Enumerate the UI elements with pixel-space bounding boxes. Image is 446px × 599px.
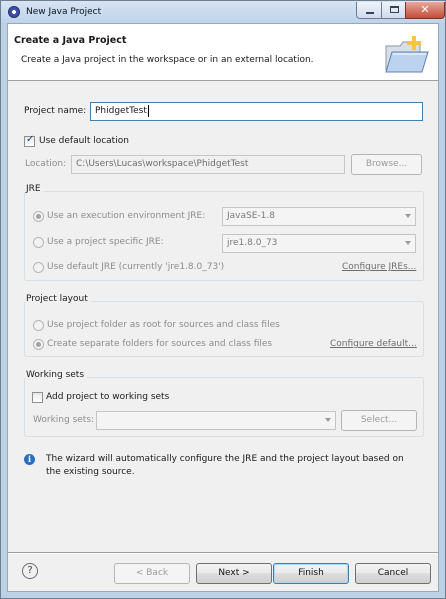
wizard-header: Create a Java Project Create a Java proj…: [8, 24, 438, 81]
execution-env-select[interactable]: JavaSE-1.8: [222, 207, 416, 226]
wizard-window: New Java Project ✕ Create a Java Project…: [0, 0, 446, 599]
cancel-button[interactable]: Cancel: [355, 563, 431, 584]
window-title: New Java Project: [26, 7, 102, 17]
working-sets-label: Working sets:: [33, 415, 95, 425]
maximize-button[interactable]: [381, 2, 406, 19]
info-text: The wizard will automatically configure …: [46, 454, 404, 477]
chevron-down-icon: [325, 418, 331, 422]
use-default-location-checkbox[interactable]: ✓: [24, 134, 35, 147]
title-bar[interactable]: New Java Project ✕: [1, 1, 445, 23]
working-sets-select[interactable]: [96, 411, 336, 430]
close-button[interactable]: ✕: [405, 2, 445, 19]
separate-folders-label: Create separate folders for sources and …: [47, 339, 273, 349]
location-input[interactable]: C:\Users\Lucas\workspace\PhidgetTest: [71, 155, 345, 174]
project-specific-jre-radio[interactable]: [33, 237, 44, 248]
project-layout-title: Project layout: [26, 294, 91, 304]
minimize-icon: [366, 12, 374, 14]
execution-env-label: Use an execution environment JRE:: [47, 211, 206, 221]
eclipse-icon: [8, 6, 20, 18]
use-default-location-label: Use default location: [39, 136, 129, 146]
project-specific-jre-value: jre1.8.0_73: [227, 238, 278, 248]
add-to-working-sets-label: Add project to working sets: [46, 392, 170, 402]
checkmark-icon: ✓: [26, 134, 35, 145]
text-caret: [147, 104, 149, 117]
chevron-down-icon: [405, 214, 411, 218]
execution-env-radio[interactable]: [33, 211, 44, 222]
jre-group-title: JRE: [26, 184, 44, 194]
project-root-radio[interactable]: [33, 320, 44, 331]
default-jre-radio[interactable]: [33, 262, 44, 273]
select-working-sets-button[interactable]: Select...: [341, 410, 417, 431]
default-jre-label: Use default JRE (currently 'jre1.8.0_73'…: [47, 262, 225, 272]
chevron-down-icon: [405, 241, 411, 245]
project-name-input[interactable]: PhidgetTest: [90, 102, 423, 121]
add-to-working-sets-checkbox[interactable]: [32, 392, 43, 403]
maximize-icon: [390, 6, 399, 13]
page-title: Create a Java Project: [14, 35, 127, 46]
project-specific-jre-select[interactable]: jre1.8.0_73: [222, 234, 416, 253]
finish-button[interactable]: Finish: [273, 563, 349, 584]
project-root-label: Use project folder as root for sources a…: [47, 320, 280, 330]
execution-env-value: JavaSE-1.8: [227, 211, 275, 221]
back-button[interactable]: < Back: [114, 563, 190, 584]
minimize-button[interactable]: [356, 2, 382, 19]
configure-jres-link[interactable]: Configure JREs...: [342, 262, 416, 272]
location-label: Location:: [25, 159, 67, 169]
working-sets-title: Working sets: [26, 370, 88, 380]
project-specific-jre-label: Use a project specific JRE:: [47, 237, 164, 247]
close-icon: ✕: [420, 3, 430, 16]
project-name-label: Project name:: [24, 106, 87, 116]
info-icon: i: [24, 454, 35, 465]
footer-separator: [8, 552, 438, 554]
help-icon[interactable]: ?: [22, 563, 38, 579]
new-folder-wizard-icon: [385, 36, 429, 73]
browse-button[interactable]: Browse...: [351, 154, 422, 175]
next-button[interactable]: Next >: [196, 563, 272, 584]
project-name-value: PhidgetTest: [95, 106, 147, 116]
configure-default-link[interactable]: Configure default...: [330, 339, 417, 349]
separate-folders-radio[interactable]: [33, 339, 44, 350]
page-description: Create a Java project in the workspace o…: [21, 55, 314, 65]
dialog-body: Create a Java Project Create a Java proj…: [7, 23, 439, 592]
